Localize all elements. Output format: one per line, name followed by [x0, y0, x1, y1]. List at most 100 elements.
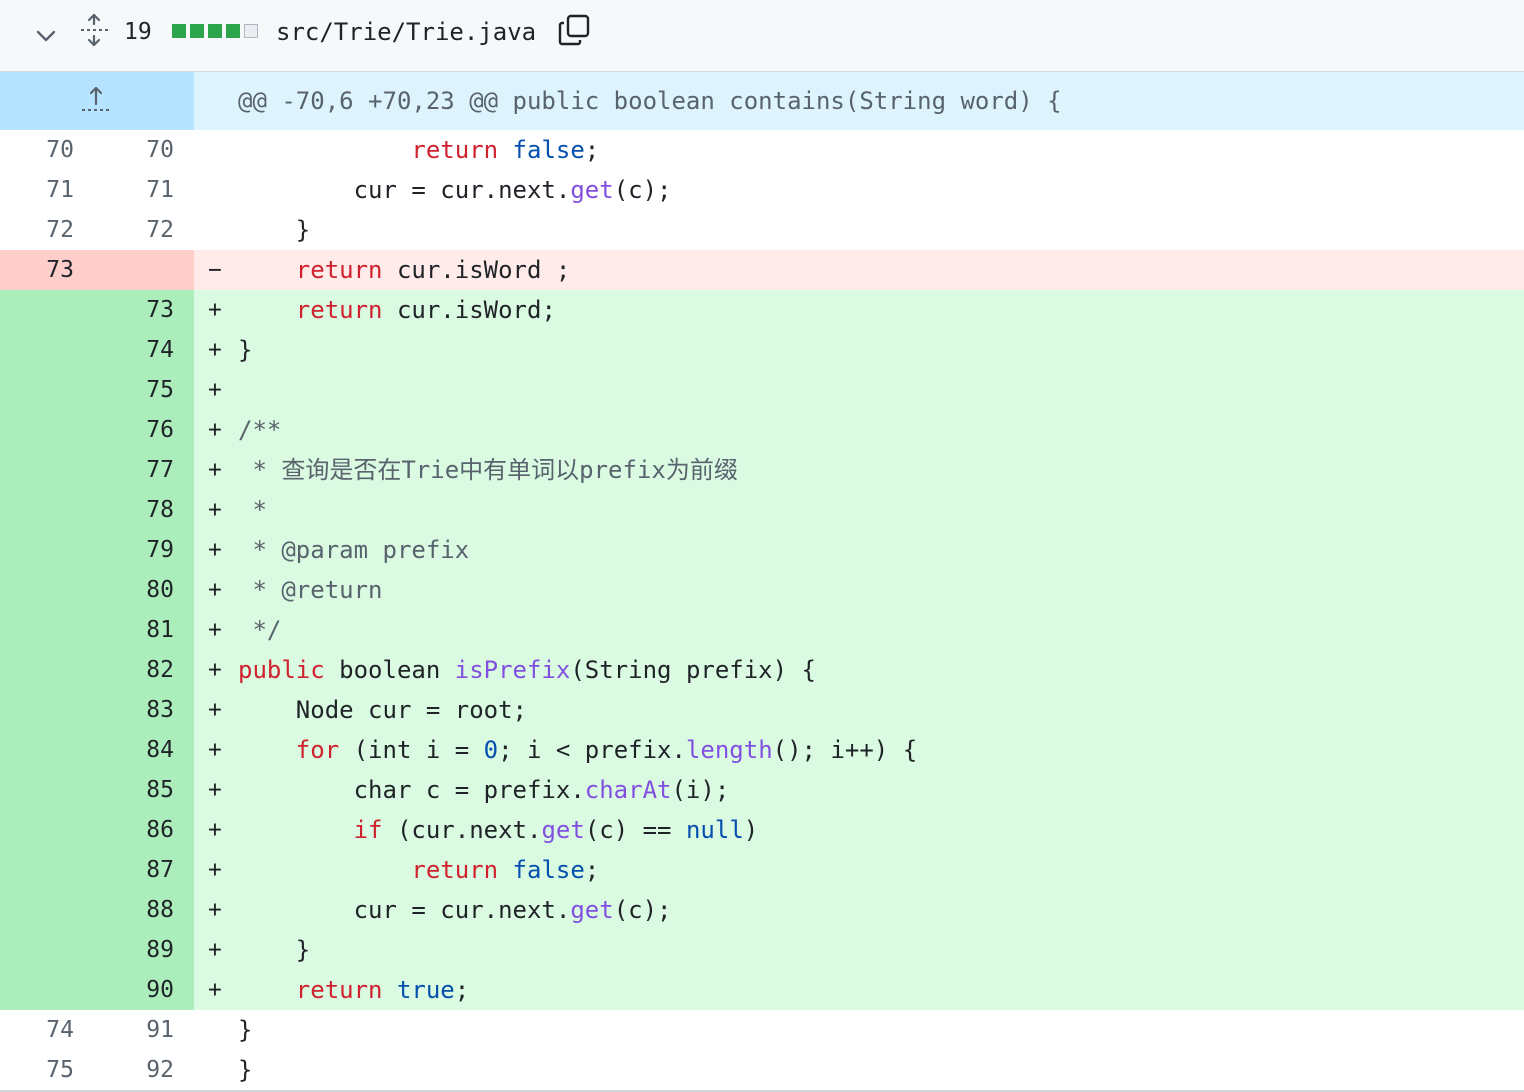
code-token: /**	[238, 416, 282, 444]
code-line: }	[238, 930, 310, 970]
new-line-number[interactable]: 87	[100, 850, 174, 890]
new-line-number[interactable]: 73	[100, 290, 174, 330]
new-line-number[interactable]: 89	[100, 930, 174, 970]
code-token: false	[512, 136, 585, 164]
new-line-number[interactable]: 81	[100, 610, 174, 650]
code-token: }	[238, 336, 253, 364]
addition-marker: +	[208, 537, 222, 563]
copy-icon[interactable]	[556, 12, 592, 48]
code-token: (c) ==	[584, 816, 686, 844]
old-line-number[interactable]: 74	[0, 1010, 74, 1050]
new-line-number[interactable]	[100, 250, 174, 290]
old-line-number[interactable]	[0, 930, 74, 970]
code-token: ; i < prefix.	[498, 736, 686, 764]
diff-line: 85 + char c = prefix.charAt(i);	[0, 770, 1524, 810]
code-line: }	[238, 210, 310, 250]
addition-marker: +	[208, 337, 222, 363]
code-token: ;	[584, 856, 600, 884]
old-line-number[interactable]	[0, 850, 74, 890]
code-line: public boolean isPrefix(String prefix) {	[238, 650, 816, 690]
new-line-number[interactable]: 74	[100, 330, 174, 370]
new-line-number[interactable]: 71	[100, 170, 174, 210]
code-line: *	[238, 490, 266, 530]
old-line-number[interactable]	[0, 450, 74, 490]
old-line-number[interactable]: 73	[0, 250, 74, 290]
old-line-number[interactable]	[0, 290, 74, 330]
chevron-down-icon[interactable]	[32, 22, 60, 50]
code-token: false	[512, 856, 585, 884]
new-line-number[interactable]: 82	[100, 650, 174, 690]
diff-line: 74 91}	[0, 1010, 1524, 1050]
hunk-header-text: @@ -70,6 +70,23 @@ public boolean contai…	[238, 87, 1062, 115]
old-line-number[interactable]: 75	[0, 1050, 74, 1090]
diff-line: 80 + * @return	[0, 570, 1524, 610]
code-token: (i);	[671, 776, 730, 804]
code-token: ;	[454, 976, 470, 1004]
addition-marker: +	[208, 617, 222, 643]
code-token: public	[238, 656, 325, 684]
new-line-number[interactable]: 70	[100, 130, 174, 170]
old-line-number[interactable]	[0, 890, 74, 930]
code-token: */	[238, 616, 282, 644]
addition-marker: +	[208, 577, 222, 603]
old-line-number[interactable]	[0, 730, 74, 770]
code-token: }	[238, 1016, 253, 1044]
old-line-number[interactable]	[0, 970, 74, 1010]
new-line-number[interactable]: 76	[100, 410, 174, 450]
addition-marker: +	[208, 737, 222, 763]
new-line-number[interactable]: 91	[100, 1010, 174, 1050]
old-line-number[interactable]	[0, 770, 74, 810]
code-token: }	[238, 1056, 253, 1084]
new-line-number[interactable]: 77	[100, 450, 174, 490]
old-line-number[interactable]	[0, 810, 74, 850]
diff-line: 84 + for (int i = 0; i < prefix.length();…	[0, 730, 1524, 770]
new-line-number[interactable]: 78	[100, 490, 174, 530]
expand-up-icon[interactable]	[78, 84, 114, 116]
addition-marker: +	[208, 377, 222, 403]
diffstat-square-add	[190, 24, 204, 38]
file-header: 19 src/Trie/Trie.java	[0, 0, 1524, 72]
file-path[interactable]: src/Trie/Trie.java	[276, 16, 536, 48]
old-line-number[interactable]	[0, 330, 74, 370]
old-line-number[interactable]: 72	[0, 210, 74, 250]
new-line-number[interactable]: 92	[100, 1050, 174, 1090]
old-line-number[interactable]	[0, 530, 74, 570]
new-line-number[interactable]: 86	[100, 810, 174, 850]
code-token: get	[541, 816, 585, 844]
new-line-number[interactable]: 84	[100, 730, 174, 770]
context-marker	[208, 1010, 228, 1050]
old-line-number[interactable]	[0, 690, 74, 730]
old-line-number[interactable]: 70	[0, 130, 74, 170]
old-line-number[interactable]	[0, 610, 74, 650]
new-line-number[interactable]: 79	[100, 530, 174, 570]
old-line-number[interactable]	[0, 410, 74, 450]
old-line-number[interactable]: 71	[0, 170, 74, 210]
code-token: * @return	[238, 576, 383, 604]
old-line-number[interactable]	[0, 570, 74, 610]
code-token: cur.isWord ;	[382, 256, 571, 284]
old-line-number[interactable]	[0, 490, 74, 530]
new-line-number[interactable]: 90	[100, 970, 174, 1010]
new-line-number[interactable]: 80	[100, 570, 174, 610]
new-line-number[interactable]: 88	[100, 890, 174, 930]
code-token: (c);	[613, 896, 672, 924]
new-line-number[interactable]: 83	[100, 690, 174, 730]
code-token: )	[743, 816, 759, 844]
new-line-number[interactable]: 85	[100, 770, 174, 810]
code-token: (); i++) {	[772, 736, 918, 764]
change-count: 19	[124, 19, 152, 45]
addition-marker: +	[208, 697, 222, 723]
new-line-number[interactable]: 72	[100, 210, 174, 250]
hunk-header: @@ -70,6 +70,23 @@ public boolean contai…	[0, 72, 1524, 130]
old-line-number[interactable]	[0, 370, 74, 410]
diff-line: 86 + if (cur.next.get(c) == null)	[0, 810, 1524, 850]
diffstat-square-add	[172, 24, 186, 38]
old-line-number[interactable]	[0, 650, 74, 690]
new-line-number[interactable]: 75	[100, 370, 174, 410]
expand-all-icon[interactable]	[78, 12, 110, 48]
